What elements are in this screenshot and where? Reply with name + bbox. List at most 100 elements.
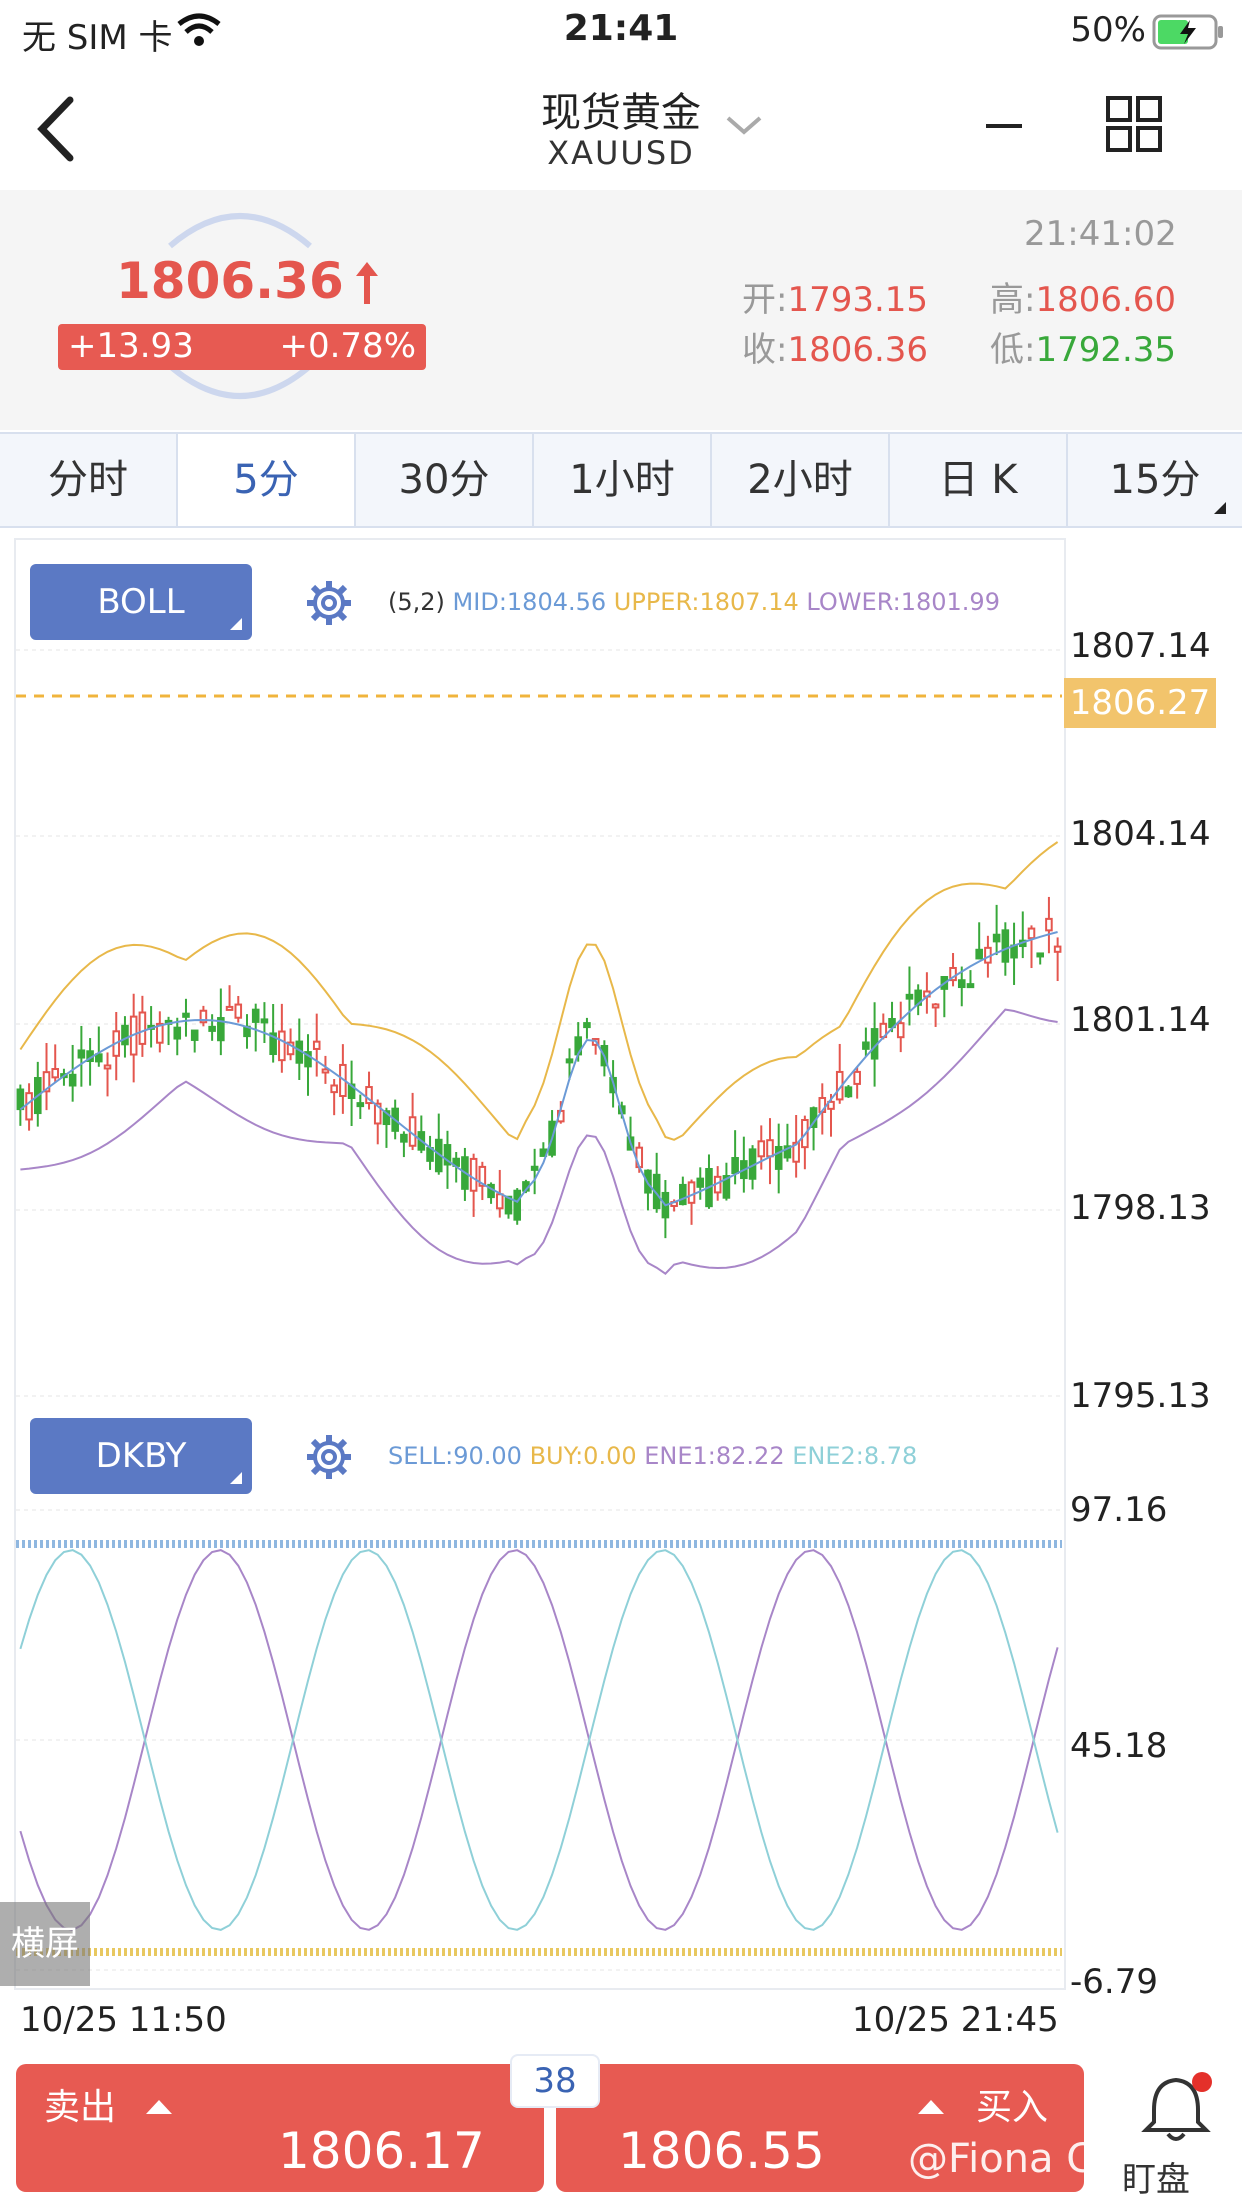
candle-body: [1001, 929, 1010, 963]
candle-body: [862, 1041, 870, 1050]
candle-body: [731, 1157, 739, 1175]
candle-body: [853, 1070, 861, 1085]
dkby-ene2: ENE2:8.78: [792, 1442, 918, 1470]
high-stat: 高:1806.60: [990, 280, 1177, 320]
low-stat: 低:1792.35: [990, 330, 1177, 370]
candle-body: [766, 1139, 774, 1158]
candle-body: [321, 1068, 330, 1074]
tab-fenshi[interactable]: 分时: [0, 434, 178, 526]
boll-legend: (5,2) MID:1804.56 UPPER:1807.14 LOWER:18…: [388, 588, 1000, 616]
date-end: 10/25 21:45: [852, 2000, 1059, 2040]
candle-body: [975, 948, 983, 960]
dkby-indicator-button[interactable]: DKBY: [30, 1418, 252, 1494]
chevron-down-icon[interactable]: [724, 114, 764, 138]
candle-body: [103, 1064, 112, 1070]
symbol-label: XAUUSD: [547, 134, 695, 172]
dkby-ene1: ENE1:82.22: [644, 1442, 785, 1470]
price-change-pct: +0.78%: [279, 326, 417, 366]
tab-2hour[interactable]: 2小时: [712, 434, 890, 526]
candle-body: [25, 1092, 33, 1121]
bell-alert-icon[interactable]: [1136, 2070, 1216, 2150]
battery-icon: [1152, 14, 1223, 50]
boll-params: (5,2): [388, 588, 445, 616]
dkby-sell: SELL:90.00: [388, 1442, 522, 1470]
tab-daily[interactable]: 日 K: [890, 434, 1068, 526]
boll-mid-line: [19, 931, 1058, 1207]
quote-timestamp: 21:41:02: [1024, 214, 1177, 254]
sell-button[interactable]: 卖出 1806.17: [16, 2064, 544, 2192]
candle-body: [1027, 927, 1036, 940]
landscape-button[interactable]: 横屏: [0, 1902, 90, 1986]
dkby-legend: SELL:90.00 BUY:0.00 ENE1:82.22 ENE2:8.78: [388, 1442, 917, 1470]
buy-triangle-icon: [918, 2100, 944, 2114]
arrow-up-icon: [356, 262, 378, 304]
candle-body: [1053, 945, 1062, 953]
dropdown-corner-icon: [1214, 502, 1226, 514]
tab-30min[interactable]: 30分: [356, 434, 534, 526]
status-bar: 无 SIM 卡 21:41 50%: [0, 0, 1242, 64]
sell-label: 卖出: [44, 2087, 117, 2128]
dkby-ytick-3: -6.79: [1070, 1962, 1158, 2002]
ytick-4: 1798.13: [1070, 1188, 1211, 1228]
candle-body: [234, 1003, 243, 1019]
candle-body: [190, 1029, 199, 1041]
alert-label[interactable]: 盯盘: [1122, 2152, 1190, 2201]
candle-body: [565, 1058, 574, 1064]
candle-body: [121, 1024, 129, 1046]
candle-body: [905, 993, 914, 1000]
candlestick-chart[interactable]: [16, 640, 1062, 1400]
dkby-chart[interactable]: [16, 1500, 1062, 1986]
candle-body: [583, 1022, 591, 1029]
candle-body: [173, 1026, 182, 1040]
interval-tabs: 分时 5分 30分 1小时 2小时 日 K 15分: [0, 432, 1242, 528]
buy-price: 1806.55: [618, 2122, 825, 2180]
change-badge: +13.93 +0.78%: [58, 324, 426, 370]
candle-body: [400, 1133, 408, 1143]
candle-body: [757, 1140, 766, 1158]
quote-panel: 1806.36 +13.93 +0.78% 21:41:02 开:1793.15…: [0, 190, 1242, 430]
candle-body: [696, 1177, 705, 1188]
candle-body: [356, 1102, 365, 1108]
sell-price: 1806.17: [278, 2122, 485, 2180]
boll-indicator-button[interactable]: BOLL: [30, 564, 252, 640]
candle-body: [278, 1030, 286, 1062]
candle-body: [513, 1189, 521, 1221]
candle-body: [182, 1012, 190, 1018]
buy-button[interactable]: 1806.55 买入 @Fiona Chan: [556, 2064, 1169, 2192]
candle-body: [844, 1086, 853, 1098]
candle-body: [208, 1025, 216, 1032]
open-stat: 开:1793.15: [742, 280, 929, 320]
boll-lower-line: [20, 1008, 1058, 1276]
dkby-buy: BUY:0.00: [529, 1442, 637, 1470]
layout-grid-icon[interactable]: [1106, 96, 1162, 152]
dkby-settings-gear-icon[interactable]: [304, 1432, 354, 1482]
nav-bar: 现货黄金 XAUUSD: [0, 64, 1242, 190]
boll-lower: LOWER:1801.99: [806, 588, 1000, 616]
boll-settings-gear-icon[interactable]: [304, 578, 354, 628]
page-title[interactable]: 现货黄金: [0, 80, 1242, 138]
dkby-ytick-1: 97.16: [1070, 1490, 1168, 1530]
candle-body: [138, 1011, 147, 1045]
battery-percent: 50%: [1070, 10, 1146, 50]
candle-body: [679, 1183, 687, 1206]
price-change: +13.93: [68, 326, 194, 366]
candle-body: [957, 979, 966, 989]
candle-body: [330, 1084, 338, 1094]
candle-body: [77, 1049, 86, 1059]
tab-1hour[interactable]: 1小时: [534, 434, 712, 526]
candle-body: [1045, 917, 1053, 932]
candle-body: [469, 1157, 478, 1192]
spread-badge: 38: [510, 2054, 600, 2108]
candle-body: [251, 1008, 260, 1023]
candle-body: [312, 1040, 321, 1050]
minus-icon[interactable]: [984, 120, 1024, 132]
candle-body: [68, 1073, 77, 1087]
candle-body: [896, 1022, 905, 1039]
ytick-3: 1801.14: [1070, 1000, 1211, 1040]
candle-body: [1036, 952, 1044, 958]
date-start: 10/25 11:50: [20, 2000, 227, 2040]
candle-body: [16, 1088, 25, 1111]
tab-5min[interactable]: 5分: [178, 434, 356, 526]
dkby-ytick-2: 45.18: [1070, 1726, 1168, 1766]
close-stat: 收:1806.36: [742, 330, 929, 370]
